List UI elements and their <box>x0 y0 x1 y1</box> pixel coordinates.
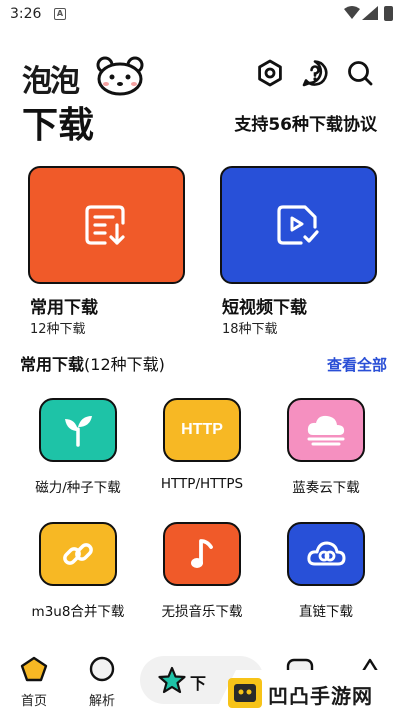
search-icon <box>348 61 373 86</box>
pentagon-icon <box>20 656 48 682</box>
grid-item-label: 直链下载 <box>299 604 353 620</box>
page-title: 下载 <box>22 105 95 146</box>
nav-label: 解析 <box>88 694 115 709</box>
nav-label: 首页 <box>20 694 47 709</box>
status-time: 3:26 <box>10 6 42 22</box>
music-note-icon <box>191 539 213 568</box>
grid-tile <box>287 522 365 586</box>
help-icon <box>302 60 328 87</box>
cloud-link-icon <box>307 541 346 566</box>
grid-item-label: m3u8合并下载 <box>31 604 125 620</box>
see-all-link[interactable]: 查看全部 <box>327 354 387 375</box>
grid-item-http[interactable]: HTTP HTTP/HTTPS <box>142 398 262 492</box>
grid-item-label: 蓝奏云下载 <box>292 480 360 496</box>
card-subtitle: 18种下载 <box>222 322 278 337</box>
card-title: 短视频下载 <box>222 298 307 318</box>
http-icon: HTTP <box>181 421 223 438</box>
notification-icon: A <box>54 8 66 20</box>
grid-item-label: 无损音乐下载 <box>161 604 243 620</box>
section-title-main: 常用下载 <box>20 355 85 374</box>
nav-item-parse[interactable]: 解析 <box>72 656 132 709</box>
help-button[interactable] <box>300 58 330 88</box>
video-file-icon <box>276 205 319 245</box>
grid-item-m3u8[interactable]: m3u8合并下载 <box>18 522 138 620</box>
star-icon <box>158 666 186 694</box>
grid-item-magnet[interactable]: 磁力/种子下载 <box>18 398 138 496</box>
bear-logo-icon <box>96 56 144 96</box>
grid-item-direct-link[interactable]: 直链下载 <box>266 522 386 620</box>
circle-icon <box>89 656 115 682</box>
nav-label-active: 下 <box>190 674 207 693</box>
document-download-icon <box>84 205 125 245</box>
section-title: 常用下载(12种下载) <box>20 351 165 375</box>
grid-tile <box>39 522 117 586</box>
app-logo-text: 泡泡 <box>22 64 80 99</box>
short-video-download-card[interactable] <box>220 166 377 284</box>
protocol-count-text: 支持56种下载协议 <box>234 115 377 135</box>
watermark-text: 凹凸手游网 <box>268 684 373 708</box>
battery-icon <box>384 6 393 21</box>
wifi-icon <box>344 6 360 19</box>
section-title-count: (12种下载) <box>84 355 165 374</box>
grid-item-lanzou[interactable]: 蓝奏云下载 <box>266 398 386 496</box>
link-icon <box>63 543 93 565</box>
status-bar: 3:26 A <box>0 0 405 28</box>
grid-tile <box>39 398 117 462</box>
grid-tile: HTTP <box>163 398 241 462</box>
nav-item-home[interactable]: 首页 <box>4 656 64 709</box>
common-download-card[interactable] <box>28 166 185 284</box>
card-title: 常用下载 <box>30 298 98 318</box>
signal-icon <box>362 6 378 20</box>
card-subtitle: 12种下载 <box>30 322 86 337</box>
grid-tile <box>163 522 241 586</box>
search-button[interactable] <box>345 58 375 88</box>
grid-item-lossless-music[interactable]: 无损音乐下载 <box>142 522 262 620</box>
grid-tile <box>287 398 365 462</box>
settings-icon <box>258 59 282 87</box>
grid-item-label: HTTP/HTTPS <box>160 476 244 492</box>
sprout-icon <box>65 416 92 447</box>
cloud-icon <box>307 415 345 446</box>
settings-button[interactable] <box>255 58 285 88</box>
grid-item-label: 磁力/种子下载 <box>35 480 121 496</box>
